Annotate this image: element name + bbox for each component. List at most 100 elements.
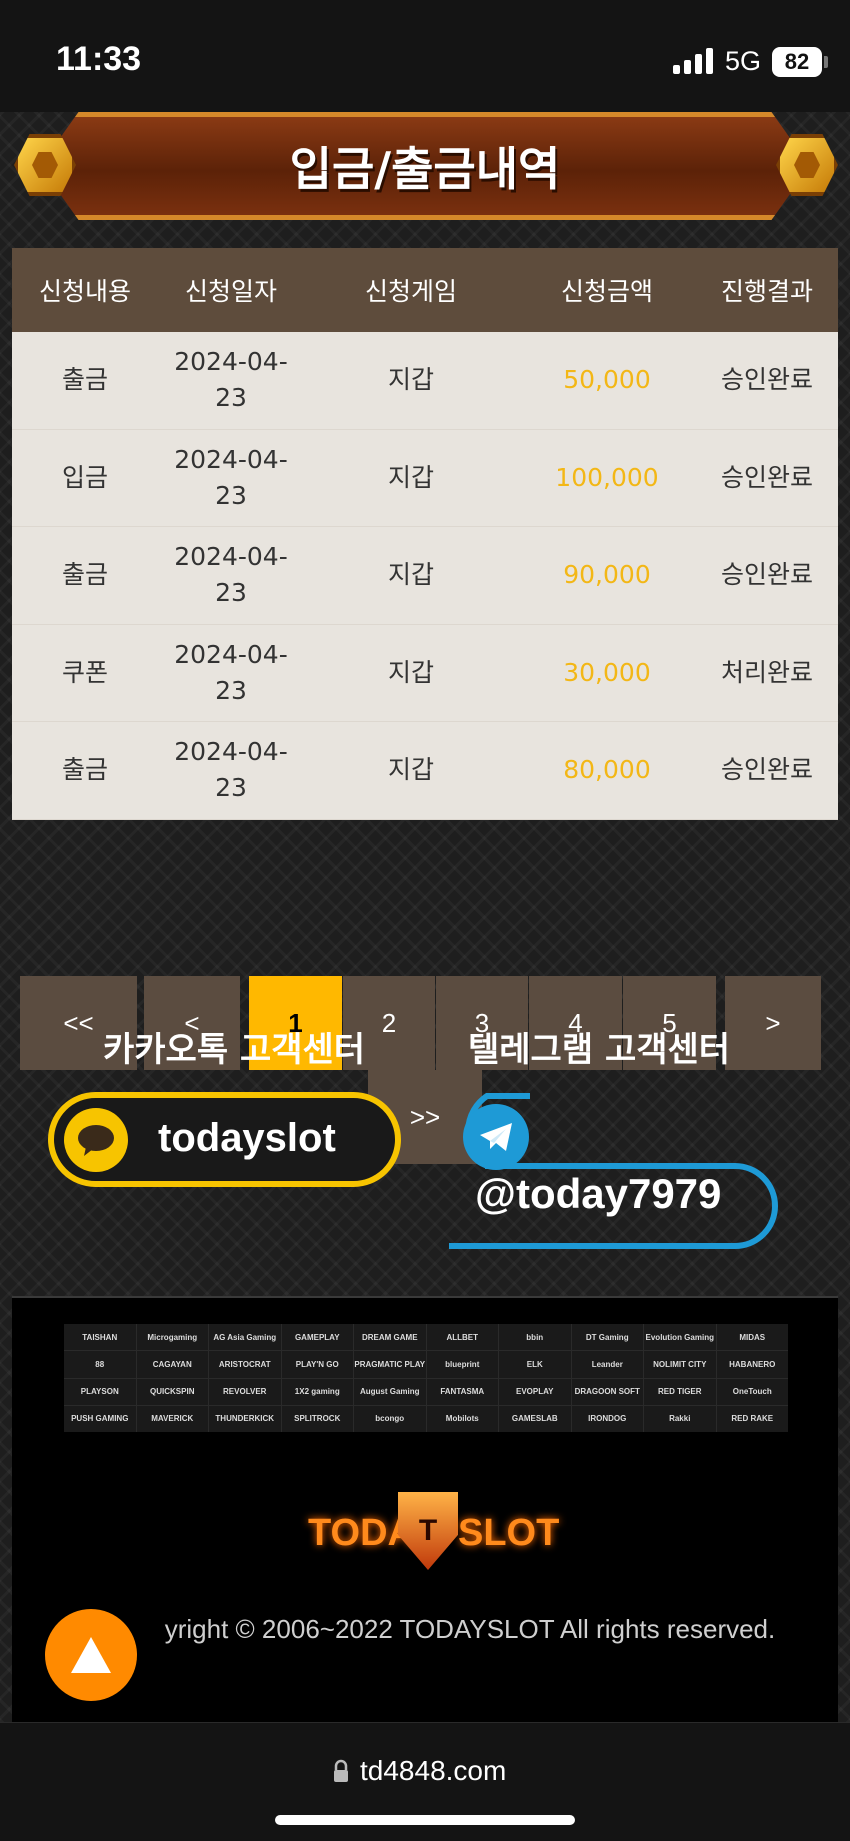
provider-logo: 1X2 gaming	[281, 1378, 353, 1405]
provider-logo: TAISHAN	[64, 1324, 136, 1351]
home-indicator	[275, 1815, 575, 1825]
todayslot-logo: TODAY T SLOT	[300, 1472, 559, 1582]
next-page-button[interactable]: >	[725, 976, 821, 1070]
provider-logo: PUSH GAMING	[64, 1405, 136, 1432]
table-row: 출금 2024-04-23 지갑 50,000 승인완료	[12, 332, 838, 430]
header-type: 신청내용	[38, 277, 131, 306]
arrow-up-icon	[71, 1637, 111, 1673]
header-game: 신청게임	[364, 277, 457, 306]
provider-logo: RED TIGER	[644, 1378, 716, 1405]
provider-logo: NOLIMIT CITY	[644, 1351, 716, 1378]
provider-logo: MAVERICK	[136, 1405, 208, 1432]
cell-date: 2024-04-23	[174, 444, 288, 510]
table-row: 쿠폰 2024-04-23 지갑 30,000 처리완료	[12, 625, 838, 722]
telegram-id: @today7979	[475, 1170, 722, 1217]
table-row: 입금 2024-04-23 지갑 100,000 승인완료	[12, 430, 838, 527]
header-date: 신청일자	[184, 277, 277, 306]
cell-result: 승인완료	[720, 365, 813, 395]
cell-game: 지갑	[387, 755, 434, 785]
cell-game: 지갑	[387, 365, 434, 395]
cell-type: 출금	[61, 365, 108, 395]
signal-icon	[673, 48, 715, 74]
provider-logo: QUICKSPIN	[136, 1378, 208, 1405]
telegram-support-button[interactable]: @today7979	[445, 1092, 785, 1252]
status-time: 11:33	[56, 40, 142, 78]
provider-logo: Leander	[571, 1351, 643, 1378]
cell-amount: 100,000	[555, 462, 659, 492]
cell-amount: 90,000	[563, 560, 651, 590]
provider-logo: ELK	[499, 1351, 571, 1378]
cell-type: 출금	[61, 755, 108, 785]
provider-logo: GAMESLAB	[499, 1405, 571, 1432]
provider-logo: ARISTOCRAT	[209, 1351, 281, 1378]
table-body: 출금 2024-04-23 지갑 50,000 승인완료 입금 2024-04-…	[12, 332, 838, 820]
logo-text-slot: SLOT	[458, 1512, 560, 1554]
provider-logo: 88	[64, 1351, 136, 1378]
kakao-support-label: 카카오톡 고객센터	[103, 1030, 366, 1070]
cell-date: 2024-04-23	[174, 639, 288, 705]
cell-amount: 30,000	[563, 657, 651, 687]
provider-logo: REVOLVER	[209, 1378, 281, 1405]
provider-logo: DT Gaming	[571, 1324, 643, 1351]
page-title-banner: 입금/출금내역	[40, 112, 810, 220]
cell-type: 출금	[61, 560, 108, 590]
battery-tip	[824, 56, 828, 68]
provider-logo: PLAY'N GO	[281, 1351, 353, 1378]
kakao-support-button[interactable]: todayslot	[48, 1092, 401, 1187]
browser-url-bar[interactable]: td4848.com	[0, 1722, 850, 1841]
scroll-top-button[interactable]	[45, 1609, 137, 1701]
provider-logo: HABANERO	[716, 1351, 788, 1378]
provider-logo: PRAGMATIC PLAY	[354, 1351, 426, 1378]
kakao-chat-icon	[64, 1108, 128, 1172]
cell-result: 승인완료	[720, 560, 813, 590]
history-table: 신청내용 신청일자 신청게임 신청금액 진행결과 출금 2024-04-23 지…	[12, 248, 838, 820]
provider-logo: EVOPLAY	[499, 1378, 571, 1405]
provider-logo: bcongo	[354, 1405, 426, 1432]
provider-logo: Rakki	[644, 1405, 716, 1432]
provider-logo: Microgaming	[136, 1324, 208, 1351]
cell-result: 승인완료	[720, 462, 813, 492]
provider-logo: GAMEPLAY	[281, 1324, 353, 1351]
provider-logo: FANTASMA	[426, 1378, 498, 1405]
lock-icon	[334, 1759, 348, 1782]
provider-logo: MIDAS	[716, 1324, 788, 1351]
cell-game: 지갑	[387, 657, 434, 687]
provider-logo: blueprint	[426, 1351, 498, 1378]
provider-logo: August Gaming	[354, 1378, 426, 1405]
provider-logo: SPLITROCK	[281, 1405, 353, 1432]
url-text: td4848.com	[360, 1755, 507, 1786]
table-header: 신청내용 신청일자 신청게임 신청금액 진행결과	[12, 248, 838, 332]
cell-result: 승인완료	[720, 755, 813, 785]
cell-amount: 50,000	[563, 365, 651, 395]
provider-logo: PLAYSON	[64, 1378, 136, 1405]
logo-badge-icon: T	[398, 1492, 458, 1570]
provider-logo: AG Asia Gaming	[209, 1324, 281, 1351]
cell-game: 지갑	[387, 560, 434, 590]
cell-date: 2024-04-23	[174, 542, 288, 608]
provider-logo-grid: TAISHAN Microgaming AG Asia Gaming GAMEPLAY…	[64, 1324, 788, 1432]
cell-result: 처리완료	[720, 657, 813, 687]
provider-logo: CAGAYAN	[136, 1351, 208, 1378]
header-result: 진행결과	[720, 277, 813, 306]
cell-type: 쿠폰	[61, 657, 108, 687]
provider-logo: DREAM GAME	[354, 1324, 426, 1351]
telegram-support-label: 텔레그램 고객센터	[468, 1030, 731, 1070]
table-row: 출금 2024-04-23 지갑 80,000 승인완료	[12, 722, 838, 820]
cell-date: 2024-04-23	[174, 737, 288, 803]
kakao-id: todayslot	[158, 1116, 336, 1160]
provider-logo: RED RAKE	[716, 1405, 788, 1432]
provider-logo: IRONDOG	[571, 1405, 643, 1432]
page-title: 입금/출금내역	[289, 142, 561, 196]
page-content: 입금/출금내역 신청내용 신청일자 신청게임 신청금액 진행결과 출금 2024…	[0, 112, 850, 1722]
provider-logo: Evolution Gaming	[644, 1324, 716, 1351]
provider-logo: bbin	[499, 1324, 571, 1351]
provider-logo: THUNDERKICK	[209, 1405, 281, 1432]
provider-logo: DRAGOON SOFT	[571, 1378, 643, 1405]
cell-type: 입금	[61, 462, 108, 492]
status-bar: 11:33 5G 82	[0, 0, 850, 112]
header-amount: 신청금액	[560, 277, 653, 306]
cell-amount: 80,000	[563, 755, 651, 785]
battery-icon: 82	[772, 47, 822, 77]
cell-game: 지갑	[387, 462, 434, 492]
network-label: 5G	[725, 46, 762, 76]
